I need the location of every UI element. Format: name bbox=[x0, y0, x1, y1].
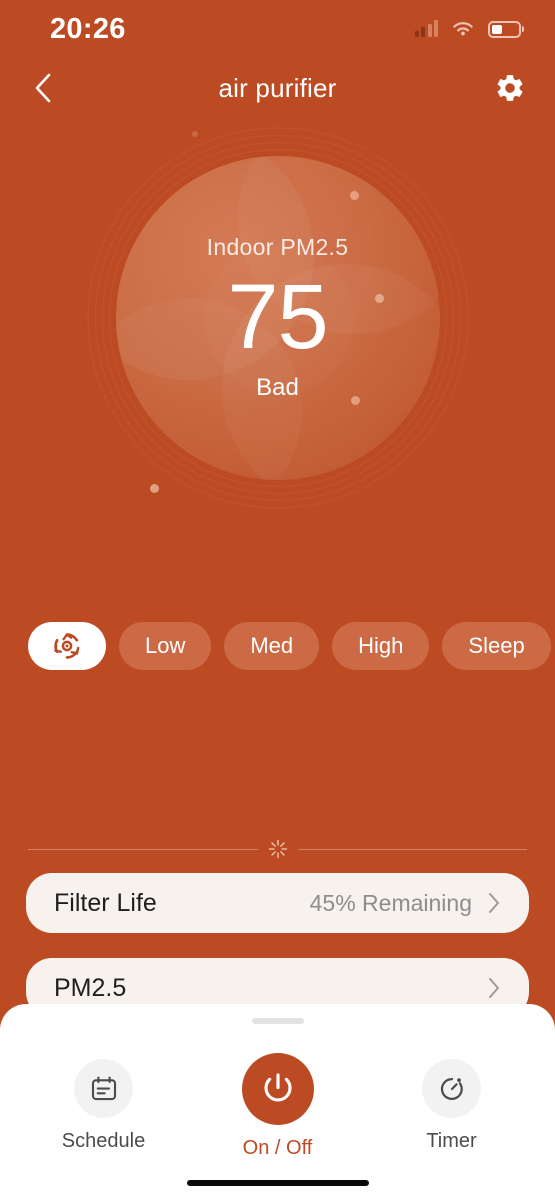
sheet-drag-handle[interactable] bbox=[251, 1018, 304, 1024]
stopwatch-icon bbox=[440, 1077, 463, 1100]
schedule-label: Schedule bbox=[61, 1130, 146, 1152]
card-title: PM2.5 bbox=[54, 973, 127, 1002]
sheet-actions: Schedule On / Off Timer bbox=[0, 1053, 555, 1160]
wifi-icon bbox=[453, 22, 473, 36]
status-time: 20:26 bbox=[50, 12, 126, 45]
home-indicator bbox=[186, 1180, 369, 1186]
status-icons bbox=[414, 20, 521, 38]
gear-icon bbox=[497, 75, 523, 101]
filter-life-card[interactable]: Filter Life 45% Remaining bbox=[26, 873, 529, 933]
starburst-icon bbox=[258, 838, 298, 860]
settings-button[interactable] bbox=[489, 67, 531, 109]
nav-bar: air purifier bbox=[0, 62, 555, 114]
mode-label: Sleep bbox=[468, 633, 525, 658]
chevron-right-icon bbox=[489, 893, 499, 913]
chevron-right-icon bbox=[489, 978, 499, 998]
mode-auto[interactable] bbox=[28, 622, 106, 670]
page-title: air purifier bbox=[218, 72, 337, 103]
divider-line-right bbox=[297, 848, 527, 850]
card-title: Filter Life bbox=[54, 888, 157, 917]
power-button[interactable]: On / Off bbox=[230, 1053, 326, 1160]
air-quality-dial[interactable]: Indoor PM2.5 75 Bad bbox=[115, 156, 440, 480]
mode-high[interactable]: High bbox=[332, 622, 430, 670]
dial-metric-value: 75 bbox=[227, 265, 328, 368]
mode-label: High bbox=[358, 633, 404, 658]
dial-zone: Indoor PM2.5 75 Bad bbox=[0, 118, 555, 518]
timer-label: Timer bbox=[426, 1130, 477, 1152]
mode-sleep[interactable]: Sleep bbox=[442, 622, 551, 670]
dial-metric-label: Indoor PM2.5 bbox=[206, 233, 349, 260]
power-icon-circle bbox=[241, 1053, 314, 1125]
particle-dot bbox=[350, 191, 359, 200]
timer-button[interactable]: Timer bbox=[404, 1059, 500, 1153]
mode-label: Med bbox=[250, 633, 294, 658]
fan-mode-selector: Low Med High Sleep bbox=[0, 622, 555, 670]
particle-dot bbox=[150, 484, 159, 493]
bottom-sheet: Schedule On / Off Timer bbox=[0, 1004, 555, 1200]
mode-med[interactable]: Med bbox=[224, 622, 320, 670]
particle-dot bbox=[192, 131, 198, 137]
cellular-signal-icon bbox=[414, 20, 438, 37]
status-bar: 20:26 bbox=[0, 0, 555, 58]
power-icon bbox=[263, 1073, 292, 1102]
dial-status-label: Bad bbox=[256, 374, 299, 402]
auto-fan-icon bbox=[54, 632, 80, 659]
section-divider bbox=[28, 836, 527, 862]
schedule-icon-circle bbox=[74, 1059, 133, 1118]
mode-label: Low bbox=[145, 633, 186, 658]
divider-line-left bbox=[28, 848, 258, 850]
schedule-button[interactable]: Schedule bbox=[56, 1059, 152, 1153]
mode-low[interactable]: Low bbox=[119, 622, 212, 670]
calendar-icon bbox=[91, 1075, 116, 1100]
chevron-left-icon bbox=[35, 73, 51, 103]
timer-icon-circle bbox=[422, 1059, 481, 1118]
air-purifier-screen: 20:26 air purifier Indoor PM2.5 75 Bad L… bbox=[0, 0, 555, 1200]
power-label: On / Off bbox=[242, 1137, 313, 1159]
particle-dot bbox=[351, 396, 360, 405]
card-value: 45% Remaining bbox=[309, 889, 472, 916]
battery-icon bbox=[488, 20, 521, 38]
back-button[interactable] bbox=[22, 67, 64, 109]
particle-dot bbox=[375, 294, 384, 303]
